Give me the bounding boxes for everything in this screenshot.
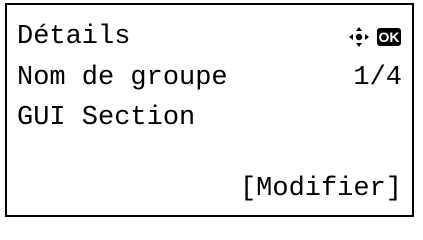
ok-icon: OK	[377, 28, 401, 46]
screen-title: Détails	[17, 22, 131, 52]
four-way-nav-icon	[349, 27, 369, 47]
group-name-label: Nom de groupe	[17, 63, 228, 93]
modify-softkey-button[interactable]: [Modifier]	[240, 173, 402, 205]
lcd-panel: Détails OK Nom de groupe 1/4 GUI Section…	[5, 3, 414, 217]
group-name-value: GUI Section	[17, 103, 196, 133]
page-indicator: 1/4	[353, 63, 402, 93]
